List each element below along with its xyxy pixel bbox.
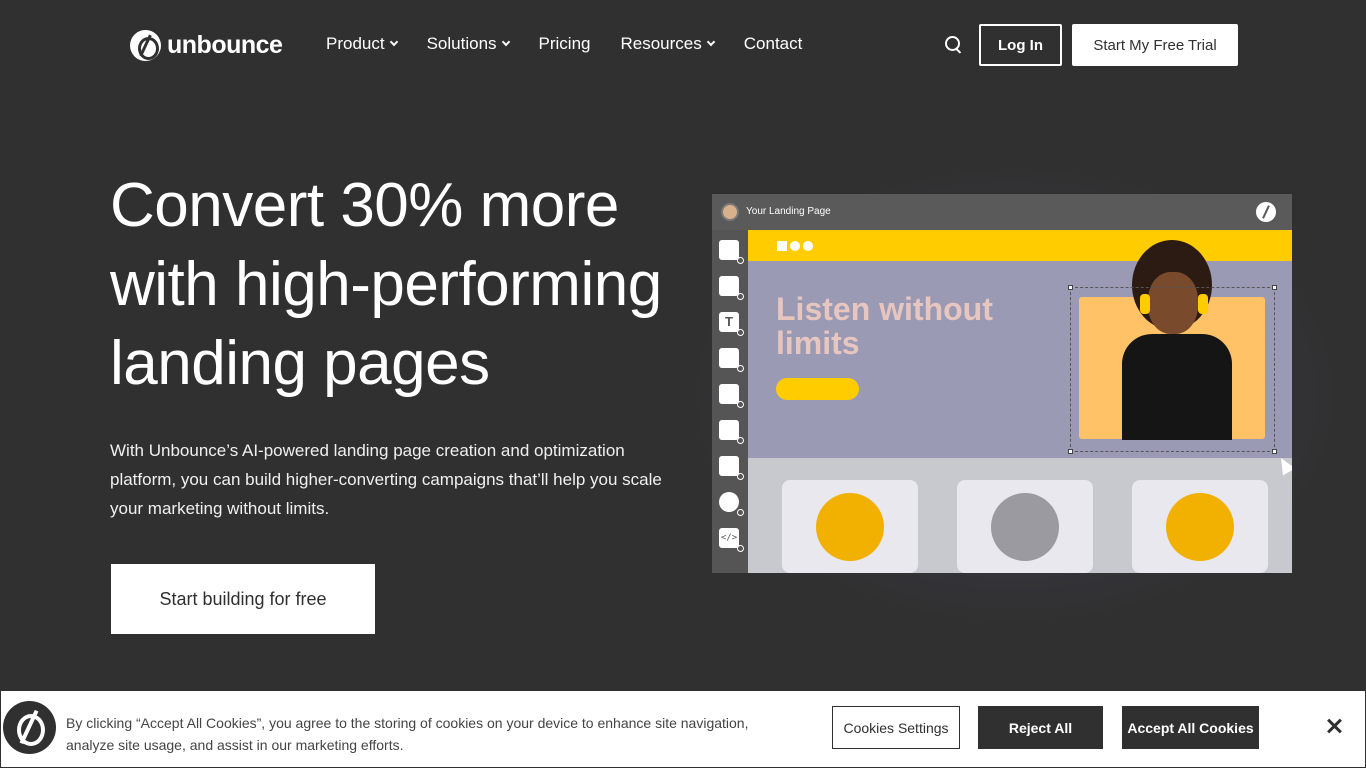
start-building-button[interactable]: Start building for free xyxy=(111,564,375,634)
code-icon: </> xyxy=(719,528,744,552)
close-icon[interactable] xyxy=(1325,717,1343,735)
cookie-settings-button[interactable]: Cookies Settings xyxy=(832,706,960,749)
image-icon xyxy=(719,348,744,372)
top-nav: unbounce Product Solutions Pricing Resou… xyxy=(0,0,1366,90)
menu-item-resources[interactable]: Resources xyxy=(620,34,716,54)
video-icon xyxy=(719,492,744,516)
card-photo xyxy=(816,493,884,561)
selection-box xyxy=(1068,285,1277,454)
login-button[interactable]: Log In xyxy=(979,24,1062,66)
text-icon: T xyxy=(719,312,744,336)
mockup-card xyxy=(1132,480,1268,573)
card-photo xyxy=(991,493,1059,561)
mockup-card xyxy=(957,480,1093,573)
layout-icon xyxy=(719,240,744,264)
mockup-headline: Listen without limits xyxy=(776,292,1026,360)
menu-item-label: Product xyxy=(326,34,385,53)
button-icon xyxy=(719,384,744,408)
menu-item-label: Solutions xyxy=(426,34,497,53)
builder-mockup: Your Landing Page T </> Listen without l… xyxy=(712,194,1292,573)
mockup-title: Your Landing Page xyxy=(746,206,831,217)
main-menu: Product Solutions Pricing Resources Cont… xyxy=(326,34,802,54)
card-photo xyxy=(1166,493,1234,561)
free-trial-button[interactable]: Start My Free Trial xyxy=(1072,24,1238,66)
menu-item-label: Resources xyxy=(620,34,702,53)
menu-item-label: Contact xyxy=(743,34,803,53)
mockup-brand-mark xyxy=(777,241,813,251)
avatar xyxy=(721,203,739,221)
box-icon xyxy=(719,276,744,300)
chevron-down-icon xyxy=(389,37,398,47)
menu-item-pricing[interactable]: Pricing xyxy=(539,34,591,54)
logo-text: unbounce xyxy=(167,31,283,59)
reject-all-button[interactable]: Reject All xyxy=(978,706,1103,749)
chevron-down-icon xyxy=(706,37,716,47)
mockup-toolbar: T </> xyxy=(712,230,748,573)
unbounce-logo[interactable]: unbounce xyxy=(130,30,283,61)
chevron-down-icon xyxy=(501,37,510,47)
menu-item-product[interactable]: Product xyxy=(326,34,398,54)
cookie-text: By clicking “Accept All Cookies”, you ag… xyxy=(66,715,749,753)
unbounce-logo-icon xyxy=(130,30,161,61)
section-icon xyxy=(719,456,744,480)
hero-headline: Convert 30% more with high-performing la… xyxy=(110,171,662,398)
accept-all-button[interactable]: Accept All Cookies xyxy=(1122,706,1259,749)
menu-item-solutions[interactable]: Solutions xyxy=(426,34,510,54)
unbounce-logo-icon xyxy=(3,701,56,754)
mockup-titlebar: Your Landing Page xyxy=(712,194,1292,230)
mockup-card xyxy=(782,480,918,573)
mockup-headline-text: Listen without limits xyxy=(776,291,993,361)
menu-item-label: Pricing xyxy=(538,34,591,53)
menu-item-contact[interactable]: Contact xyxy=(744,34,803,54)
unbounce-logo-icon xyxy=(1256,202,1276,222)
form-icon xyxy=(719,420,744,444)
mockup-button xyxy=(776,378,859,400)
hero-subtext: With Unbounce’s AI-powered landing page … xyxy=(110,441,662,518)
cookie-banner: By clicking “Accept All Cookies”, you ag… xyxy=(0,690,1366,768)
mockup-header-band xyxy=(748,230,1292,261)
search-icon[interactable] xyxy=(945,36,963,54)
